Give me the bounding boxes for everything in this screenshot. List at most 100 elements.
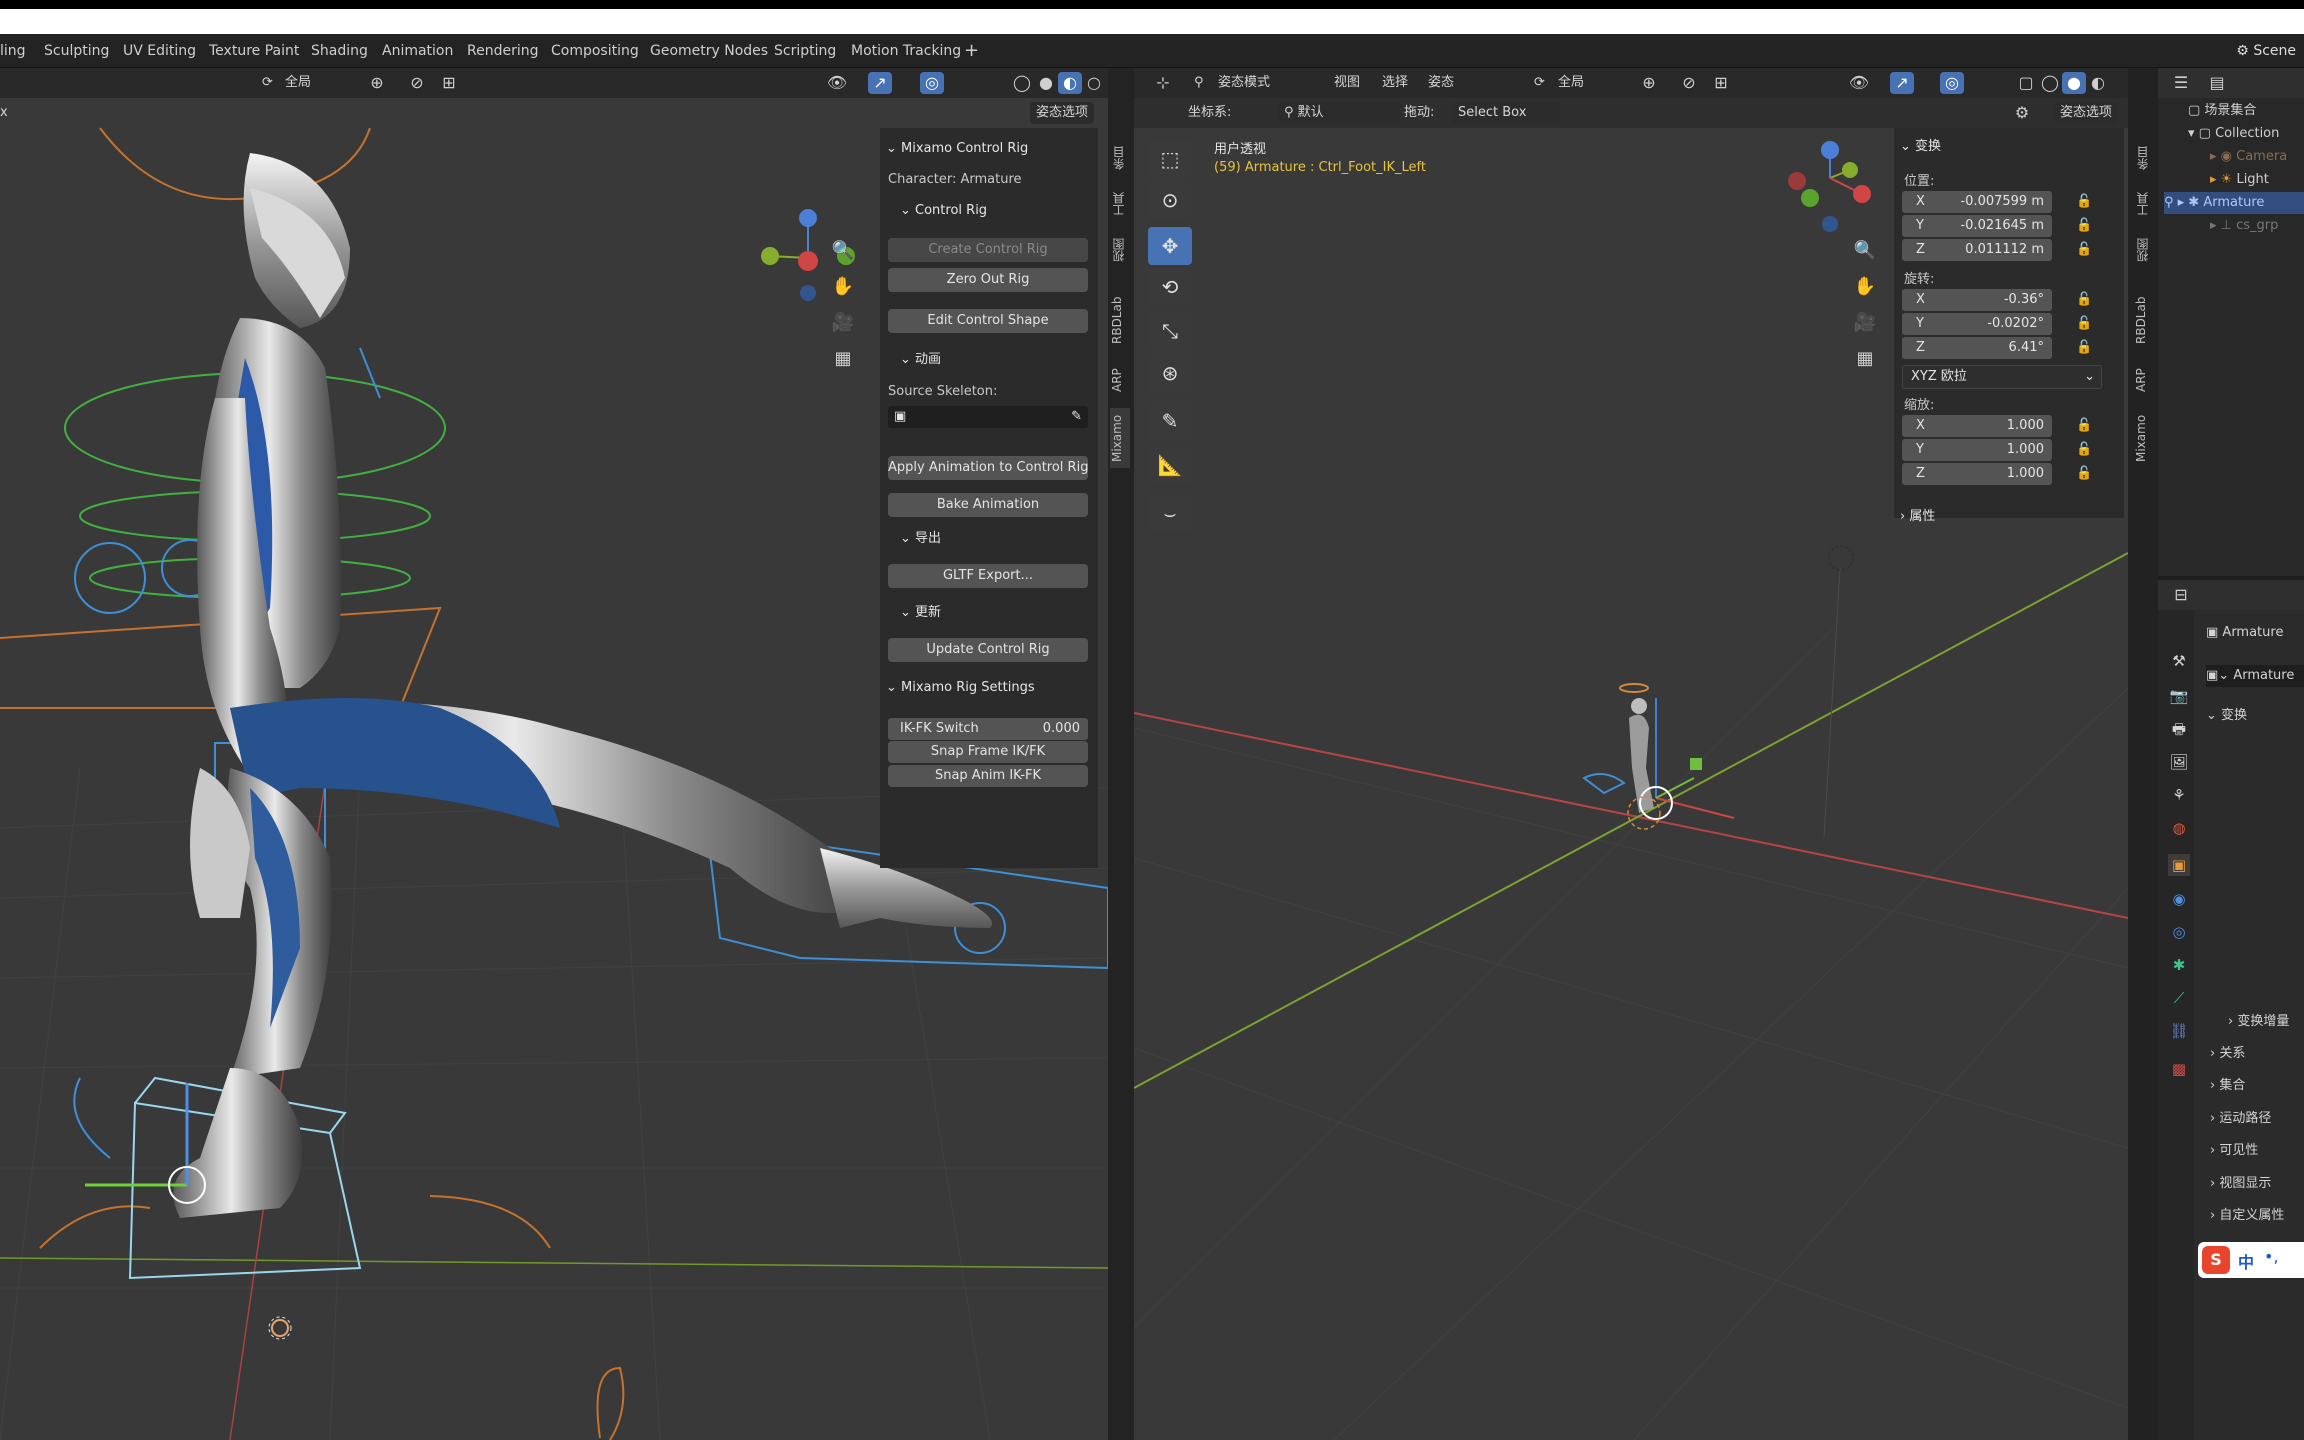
tab-view[interactable]: 视图	[1110, 232, 1130, 268]
relations-section[interactable]: › 关系	[2210, 1043, 2245, 1065]
material-shading-icon[interactable]: ◐	[1058, 72, 1082, 94]
tab-layout[interactable]: ling	[0, 34, 26, 68]
gizmo-toggle-icon[interactable]: ↗	[1890, 72, 1914, 94]
tab-rbdlab[interactable]: RBDLab	[1110, 290, 1130, 350]
solid-shading-icon[interactable]: ●	[2062, 72, 2086, 94]
hand-pan-icon[interactable]: ✋	[1850, 276, 1880, 298]
tool-tab-icon[interactable]: ⚒	[2168, 650, 2190, 672]
tab-compositing[interactable]: Compositing	[551, 34, 639, 68]
tab-sculpting[interactable]: Sculpting	[44, 34, 109, 68]
visibility-icon[interactable]: 👁	[822, 72, 852, 94]
proportional-edit-icon[interactable]: ⊞	[1706, 72, 1736, 94]
tab-view[interactable]: 视图	[2134, 232, 2154, 268]
menu-pose[interactable]: 姿态	[1428, 73, 1454, 93]
outliner-item-collection[interactable]: ▾ ▢ Collection	[2188, 123, 2279, 145]
orientation-dropdown[interactable]: 全局	[285, 73, 311, 93]
zoom-icon[interactable]: 🔍	[828, 240, 858, 262]
transform-section[interactable]: ⌄ 变换	[2206, 705, 2247, 727]
tab-animation[interactable]: Animation	[382, 34, 453, 68]
gltf-export-button[interactable]: GLTF Export...	[888, 564, 1088, 588]
scale-tool-icon[interactable]: ⤡	[1148, 312, 1192, 350]
move-tool-icon[interactable]: ✥	[1148, 227, 1192, 265]
custom-properties-section[interactable]: › 自定义属性	[2210, 1205, 2284, 1227]
scene-collection-item[interactable]: ▢ 场景集合	[2188, 100, 2256, 122]
editor-type-icon[interactable]: ⊟	[2168, 584, 2194, 606]
wireframe-shading-icon[interactable]: ◯	[2038, 72, 2062, 94]
tab-rendering[interactable]: Rendering	[467, 34, 539, 68]
scene-tab-icon[interactable]: ⚘	[2168, 784, 2190, 806]
rendered-shading-icon[interactable]: ○	[1082, 72, 1106, 94]
lock-icon[interactable]: 🔓	[2076, 466, 2092, 481]
ortho-grid-icon[interactable]: ▦	[828, 348, 858, 370]
mixamo-control-rig-header[interactable]: ⌄ Mixamo Control Rig	[886, 136, 1028, 162]
view-layer-tab-icon[interactable]: 🖼	[2168, 751, 2190, 773]
menu-view[interactable]: 视图	[1334, 73, 1360, 93]
left-3d-viewport[interactable]: ⟳ 全局 ⊕ ⊘ ⊞ 👁 ↗ ◎ ◯ ● ◐ ○ x 姿态选项 🔍 ✋ 🎥 ▦ …	[0, 68, 1108, 1440]
snap-icon[interactable]: ⊘	[402, 72, 432, 94]
object-tab-icon[interactable]: ▣	[2168, 854, 2190, 876]
gear-icon[interactable]: ⚙	[2010, 102, 2034, 124]
object-name-field[interactable]: ▣ Armature	[2206, 622, 2283, 644]
tab-shading[interactable]: Shading	[311, 34, 368, 68]
tab-scripting[interactable]: Scripting	[774, 34, 836, 68]
menu-select[interactable]: 选择	[1382, 73, 1408, 93]
bake-animation-button[interactable]: Bake Animation	[888, 493, 1088, 517]
snap-icon[interactable]: ⊘	[1674, 72, 1704, 94]
pose-options-dropdown[interactable]: 姿态选项	[1030, 102, 1095, 124]
lock-icon[interactable]: 🔓	[2076, 340, 2092, 355]
texture-tab-icon[interactable]: ▩	[2168, 1058, 2190, 1080]
scale-z-field[interactable]: Z 1.000	[1902, 463, 2052, 485]
orientation-dropdown[interactable]: 全局	[1558, 73, 1584, 93]
annotate-tool-icon[interactable]: ✎	[1148, 402, 1192, 440]
pivot-icon[interactable]: ⊕	[362, 72, 392, 94]
mixamo-rig-settings-header[interactable]: ⌄ Mixamo Rig Settings	[886, 675, 1035, 701]
tab-arp[interactable]: ARP	[1110, 362, 1130, 398]
rotation-x-field[interactable]: X -0.36°	[1902, 289, 2052, 311]
tab-uv-editing[interactable]: UV Editing	[123, 34, 196, 68]
lock-icon[interactable]: 🔓	[2076, 292, 2092, 307]
overlay-toggle-icon[interactable]: ◎	[1940, 72, 1964, 94]
lock-icon[interactable]: 🔓	[2076, 418, 2092, 433]
lock-icon[interactable]: 🔓	[2076, 442, 2092, 457]
delta-transform-section[interactable]: › 变换增量	[2228, 1011, 2289, 1033]
tab-geometry-nodes[interactable]: Geometry Nodes	[650, 34, 768, 68]
right-3d-viewport[interactable]: ⊹ ⚲ 姿态模式 视图 选择 姿态 ⟳ 全局 ⊕ ⊘ ⊞ 👁 ↗ ◎ ▢ ◯ ●…	[1134, 68, 2128, 1440]
render-tab-icon[interactable]: 📷	[2168, 685, 2190, 707]
tab-texture-paint[interactable]: Texture Paint	[209, 34, 299, 68]
visibility-section[interactable]: › 可见性	[2210, 1140, 2258, 1162]
camera-view-icon[interactable]: 🎥	[1850, 312, 1880, 334]
tab-item[interactable]: 条目	[2134, 140, 2154, 176]
tab-arp[interactable]: ARP	[2134, 362, 2154, 398]
object-data-tab-icon[interactable]: ✱	[2168, 954, 2190, 976]
tab-tool[interactable]: 工具	[2134, 186, 2154, 222]
add-workspace-button[interactable]: +	[964, 34, 979, 68]
cursor-tool-icon[interactable]: ⊙	[1148, 181, 1192, 219]
drag-dropdown[interactable]: Select Box	[1452, 102, 1560, 124]
scale-x-field[interactable]: X 1.000	[1902, 415, 2052, 437]
tab-rbdlab[interactable]: RBDLab	[2134, 290, 2154, 350]
motion-paths-section[interactable]: › 运动路径	[2210, 1108, 2271, 1130]
physics-tab-icon[interactable]: ◎	[2168, 921, 2190, 943]
update-control-rig-button[interactable]: Update Control Rig	[888, 638, 1088, 662]
location-y-field[interactable]: Y -0.021645 m	[1902, 215, 2052, 237]
update-section[interactable]: ⌄ 更新	[900, 600, 941, 626]
overlay-toggle-icon[interactable]: ◎	[920, 72, 944, 94]
object-data-selector[interactable]: ▣⌄ Armature	[2206, 665, 2304, 687]
rotation-z-field[interactable]: Z 6.41°	[1902, 337, 2052, 359]
rotation-mode-dropdown[interactable]: XYZ 欧拉 ⌄	[1902, 365, 2102, 389]
lock-icon[interactable]: 🔓	[2076, 194, 2092, 209]
source-skeleton-field[interactable]: ▣ ✎	[888, 406, 1088, 428]
tab-item[interactable]: 条目	[1110, 140, 1130, 176]
export-section[interactable]: ⌄ 导出	[900, 526, 941, 552]
scale-y-field[interactable]: Y 1.000	[1902, 439, 2052, 461]
xray-icon[interactable]: ▢	[2014, 72, 2038, 94]
zoom-icon[interactable]: 🔍	[1850, 240, 1880, 262]
create-control-rig-button[interactable]: Create Control Rig	[888, 238, 1088, 262]
edit-control-shape-button[interactable]: Edit Control Shape	[888, 309, 1088, 333]
scene-selector[interactable]: ⚙ Scene	[2236, 39, 2296, 63]
lock-icon[interactable]: 🔓	[2076, 316, 2092, 331]
select-box-tool-icon[interactable]: ⬚	[1148, 140, 1192, 178]
outliner-item-cs-grp[interactable]: ▸ ⊥ cs_grp	[2210, 215, 2278, 237]
apply-animation-button[interactable]: Apply Animation to Control Rig	[888, 456, 1088, 480]
collections-section[interactable]: › 集合	[2210, 1075, 2245, 1097]
